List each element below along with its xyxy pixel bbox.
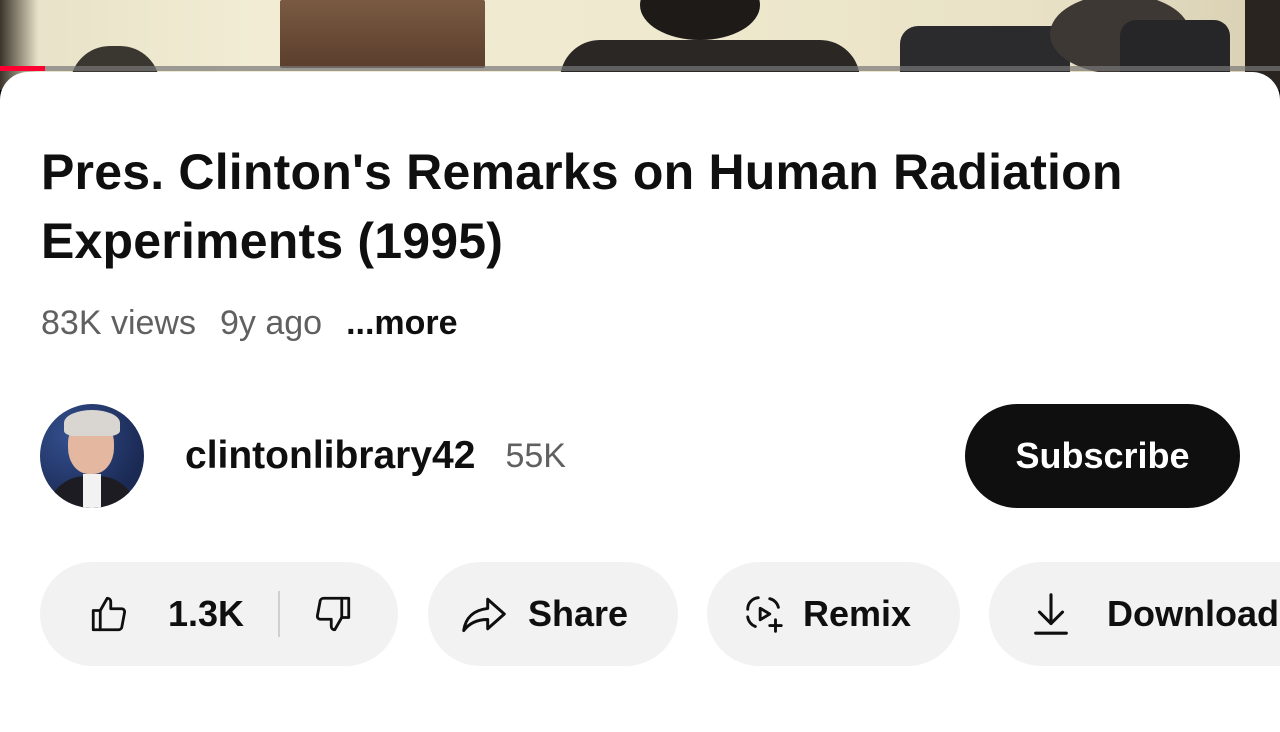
progress-bar-fill	[0, 66, 45, 71]
subscribe-button[interactable]: Subscribe	[965, 404, 1240, 508]
subscriber-count: 55K	[505, 436, 566, 475]
remix-icon	[746, 596, 783, 633]
share-arrow-icon	[462, 597, 506, 633]
video-title[interactable]: Pres. Clinton's Remarks on Human Radiati…	[41, 138, 1141, 276]
avatar[interactable]	[40, 404, 144, 508]
channel-name[interactable]: clintonlibrary42	[185, 434, 475, 478]
video-frame-detail	[280, 0, 485, 68]
download-icon	[1034, 593, 1068, 635]
share-label: Share	[528, 593, 629, 634]
avatar-detail	[83, 474, 101, 508]
progress-bar[interactable]	[0, 66, 1280, 71]
upload-age: 9y ago	[219, 304, 323, 342]
like-count: 1.3K	[168, 593, 245, 634]
like-dislike-group: 1.3K	[40, 562, 398, 666]
remix-button[interactable]: Remix	[707, 562, 960, 666]
action-bar: 1.3K Share Remix Download	[40, 562, 1280, 666]
remix-label: Remix	[803, 593, 912, 634]
more-link[interactable]: ...more	[346, 304, 457, 343]
thumbs-down-icon	[316, 596, 351, 632]
download-button[interactable]: Download	[989, 562, 1280, 666]
view-count: 83K views	[41, 304, 196, 342]
share-button[interactable]: Share	[428, 562, 678, 666]
download-label: Download	[1107, 593, 1279, 634]
channel-row: clintonlibrary42 55K Subscribe	[40, 404, 1240, 508]
video-meta[interactable]: 83K views 9y ago ...more	[41, 304, 458, 343]
video-frame-detail	[640, 0, 760, 40]
dislike-button[interactable]	[280, 562, 354, 666]
like-button[interactable]: 1.3K	[40, 562, 244, 666]
avatar-detail	[64, 410, 120, 436]
thumbs-up-icon	[91, 596, 127, 632]
